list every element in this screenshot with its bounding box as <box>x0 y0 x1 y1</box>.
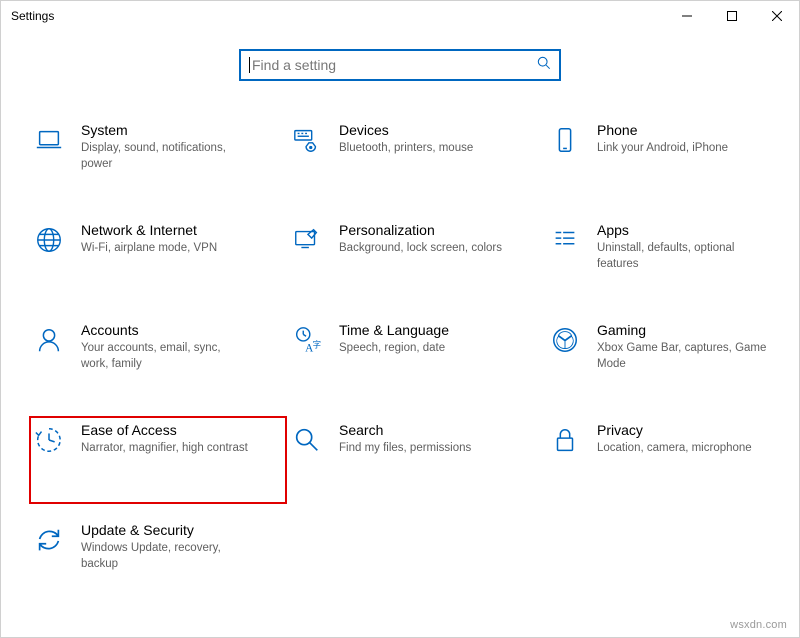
category-privacy[interactable]: Privacy Location, camera, microphone <box>545 416 800 504</box>
laptop-icon <box>33 124 65 156</box>
category-desc: Speech, region, date <box>339 341 509 357</box>
category-search[interactable]: Search Find my files, permissions <box>287 416 545 504</box>
category-title: Ease of Access <box>81 422 279 438</box>
categories-grid: System Display, sound, notifications, po… <box>1 116 799 604</box>
category-system[interactable]: System Display, sound, notifications, po… <box>29 116 287 204</box>
category-title: Personalization <box>339 222 537 238</box>
phone-icon <box>549 124 581 156</box>
minimize-icon <box>682 11 692 21</box>
category-devices[interactable]: Devices Bluetooth, printers, mouse <box>287 116 545 204</box>
category-title: Accounts <box>81 322 279 338</box>
category-phone[interactable]: Phone Link your Android, iPhone <box>545 116 800 204</box>
category-desc: Your accounts, email, sync, work, family <box>81 341 251 372</box>
devices-icon <box>291 124 323 156</box>
maximize-button[interactable] <box>709 1 754 31</box>
search-box[interactable] <box>239 49 561 81</box>
category-desc: Uninstall, defaults, optional features <box>597 241 767 272</box>
category-gaming[interactable]: Gaming Xbox Game Bar, captures, Game Mod… <box>545 316 800 404</box>
category-update-security[interactable]: Update & Security Windows Update, recove… <box>29 516 287 604</box>
category-personalization[interactable]: Personalization Background, lock screen,… <box>287 216 545 304</box>
ease-of-access-icon <box>33 424 65 456</box>
search-icon <box>537 56 551 75</box>
category-title: System <box>81 122 279 138</box>
category-title: Gaming <box>597 322 795 338</box>
category-title: Devices <box>339 122 537 138</box>
category-title: Privacy <box>597 422 795 438</box>
category-desc: Narrator, magnifier, high contrast <box>81 441 251 457</box>
search-cat-icon <box>291 424 323 456</box>
category-desc: Wi-Fi, airplane mode, VPN <box>81 241 251 257</box>
category-time-language[interactable]: A字 Time & Language Speech, region, date <box>287 316 545 404</box>
category-accounts[interactable]: Accounts Your accounts, email, sync, wor… <box>29 316 287 404</box>
category-desc: Location, camera, microphone <box>597 441 767 457</box>
category-desc: Display, sound, notifications, power <box>81 141 251 172</box>
category-network[interactable]: Network & Internet Wi-Fi, airplane mode,… <box>29 216 287 304</box>
category-title: Time & Language <box>339 322 537 338</box>
maximize-icon <box>727 11 737 21</box>
category-title: Update & Security <box>81 522 279 538</box>
category-title: Network & Internet <box>81 222 279 238</box>
category-desc: Bluetooth, printers, mouse <box>339 141 509 157</box>
update-icon <box>33 524 65 556</box>
category-title: Search <box>339 422 537 438</box>
category-title: Apps <box>597 222 795 238</box>
watermark: wsxdn.com <box>730 619 787 631</box>
paint-icon <box>291 224 323 256</box>
search-container <box>1 49 799 81</box>
category-desc: Background, lock screen, colors <box>339 241 509 257</box>
person-icon <box>33 324 65 356</box>
category-ease-of-access[interactable]: Ease of Access Narrator, magnifier, high… <box>29 416 287 504</box>
svg-text:字: 字 <box>313 340 321 350</box>
minimize-button[interactable] <box>664 1 709 31</box>
titlebar: Settings <box>1 1 799 31</box>
category-desc: Find my files, permissions <box>339 441 509 457</box>
search-input[interactable] <box>249 57 537 73</box>
close-button[interactable] <box>754 1 799 31</box>
category-apps[interactable]: Apps Uninstall, defaults, optional featu… <box>545 216 800 304</box>
category-desc: Link your Android, iPhone <box>597 141 767 157</box>
globe-icon <box>33 224 65 256</box>
category-desc: Windows Update, recovery, backup <box>81 541 251 572</box>
category-desc: Xbox Game Bar, captures, Game Mode <box>597 341 767 372</box>
lock-icon <box>549 424 581 456</box>
time-language-icon: A字 <box>291 324 323 356</box>
window-title: Settings <box>11 9 54 23</box>
gaming-icon <box>549 324 581 356</box>
category-title: Phone <box>597 122 795 138</box>
close-icon <box>772 11 782 21</box>
apps-icon <box>549 224 581 256</box>
